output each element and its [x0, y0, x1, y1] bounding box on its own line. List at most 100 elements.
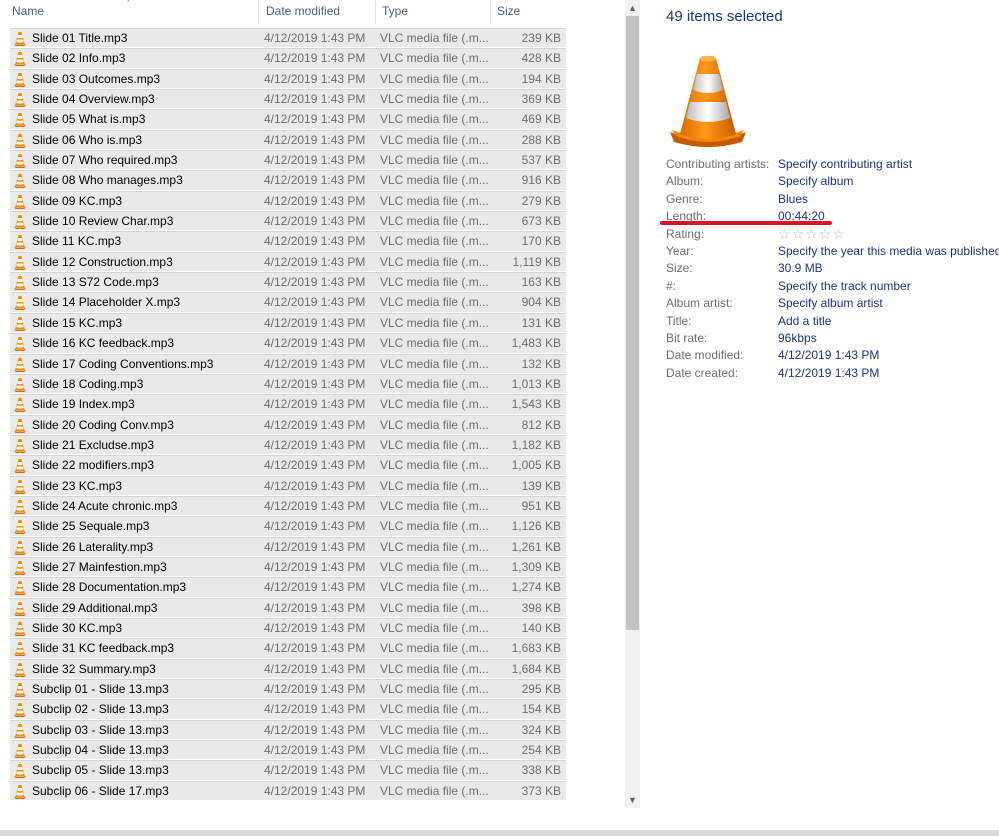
file-row[interactable]: Slide 28 Documentation.mp3 4/12/2019 1:43…	[10, 577, 566, 598]
file-size: 537 KB	[521, 153, 561, 168]
file-row[interactable]: Slide 11 KC.mp3 4/12/2019 1:43 PM VLC medi…	[10, 231, 566, 252]
file-date-modified: 4/12/2019 1:43 PM	[264, 702, 366, 717]
column-header-date-modified[interactable]: Date modified	[258, 0, 375, 24]
vlc-cone-icon	[13, 31, 27, 47]
file-row[interactable]: Slide 29 Additional.mp3 4/12/2019 1:43 PM…	[10, 597, 566, 618]
property-value[interactable]: Specify contributing artist	[778, 157, 912, 171]
file-date-modified: 4/12/2019 1:43 PM	[264, 275, 366, 290]
file-row[interactable]: Slide 30 KC.mp3 4/12/2019 1:43 PM VLC medi…	[10, 617, 566, 639]
file-row[interactable]: Slide 15 KC.mp3 4/12/2019 1:43 PM VLC medi…	[10, 312, 566, 334]
file-type: VLC media file (.m...	[380, 661, 489, 676]
file-row[interactable]: Slide 13 S72 Code.mp3 4/12/2019 1:43 PM VL…	[10, 272, 566, 293]
column-header-size[interactable]: Size	[490, 0, 568, 24]
property-value[interactable]: 4/12/2019 1:43 PM	[778, 348, 879, 362]
file-size: 170 KB	[521, 234, 561, 249]
file-row[interactable]: Slide 06 Who is.mp3 4/12/2019 1:43 PM VLC …	[10, 129, 566, 151]
file-row[interactable]: Slide 19 Index.mp3 4/12/2019 1:43 PM VLC m…	[10, 394, 566, 415]
file-size: 132 KB	[521, 356, 561, 371]
vertical-scrollbar[interactable]: ▲ ▼	[625, 0, 640, 808]
property-value[interactable]: Specify album artist	[778, 296, 883, 310]
file-row[interactable]: Slide 32 Summary.mp3 4/12/2019 1:43 PM VLC…	[10, 658, 566, 679]
file-row[interactable]: Slide 10 Review Char.mp3 4/12/2019 1:43 P…	[10, 211, 566, 232]
file-row[interactable]: Slide 23 KC.mp3 4/12/2019 1:43 PM VLC medi…	[10, 475, 566, 496]
file-type: VLC media file (.m...	[380, 763, 489, 778]
property-value[interactable]: Blues	[778, 192, 808, 206]
file-type: VLC media file (.m...	[380, 295, 489, 310]
file-row[interactable]: Slide 22 modifiers.mp3 4/12/2019 1:43 PM V…	[10, 455, 566, 476]
selected-count: 49 items selected	[666, 8, 783, 25]
file-size: 428 KB	[521, 51, 561, 66]
file-name: Slide 30 KC.mp3	[32, 620, 123, 635]
file-row[interactable]: Slide 31 KC feedback.mp3 4/12/2019 1:43 P…	[10, 638, 566, 659]
file-row[interactable]: Slide 24 Acute chronic.mp3 4/12/2019 1:43…	[10, 495, 566, 517]
file-row[interactable]: Slide 18 Coding.mp3 4/12/2019 1:43 PM VLC …	[10, 373, 566, 395]
file-name: Slide 03 Outcomes.mp3	[32, 71, 161, 86]
file-name: Slide 25 Sequale.mp3	[32, 519, 150, 534]
file-row[interactable]: Subclip 05 - Slide 13.mp3 4/12/2019 1:43 …	[10, 760, 566, 781]
file-name: Slide 12 Construction.mp3	[32, 254, 173, 269]
file-row[interactable]: Slide 21 Excludse.mp3 4/12/2019 1:43 PM VL…	[10, 434, 566, 456]
file-type: VLC media file (.m...	[380, 722, 489, 737]
file-row[interactable]: Slide 12 Construction.mp3 4/12/2019 1:43 …	[10, 251, 566, 273]
column-header-type[interactable]: Type	[375, 0, 490, 24]
file-type: VLC media file (.m...	[380, 397, 489, 412]
file-row[interactable]: Subclip 01 - Slide 13.mp3 4/12/2019 1:43 …	[10, 679, 566, 700]
file-row[interactable]: Slide 03 Outcomes.mp3 4/12/2019 1:43 PM VL…	[10, 68, 566, 90]
property-value[interactable]: Specify album	[778, 174, 853, 188]
file-name: Slide 28 Documentation.mp3	[32, 580, 187, 595]
scrollbar-thumb[interactable]	[626, 16, 639, 630]
file-type: VLC media file (.m...	[380, 539, 489, 554]
property-label: Bit rate:	[666, 331, 708, 345]
file-row[interactable]: Slide 07 Who required.mp3 4/12/2019 1:43 …	[10, 150, 566, 171]
chevron-down-icon[interactable]: ▼	[625, 792, 640, 808]
vlc-cone-icon	[13, 621, 27, 637]
vlc-cone-icon	[13, 418, 27, 433]
rating-stars[interactable]: ☆☆☆☆☆	[778, 226, 846, 243]
property-label: Date created:	[666, 365, 739, 380]
file-name: Slide 10 Review Char.mp3	[32, 214, 174, 229]
property-value[interactable]: 30.9 MB	[778, 261, 823, 275]
vlc-cone-icon	[13, 133, 27, 148]
file-row[interactable]: Slide 08 Who manages.mp3 4/12/2019 1:43 P…	[10, 170, 566, 191]
property-value[interactable]: 96kbps	[778, 331, 817, 345]
file-name: Slide 02 Info.mp3	[32, 51, 126, 66]
file-row[interactable]: Slide 16 KC feedback.mp3 4/12/2019 1:43 P…	[10, 333, 566, 354]
file-row[interactable]: Subclip 06 - Slide 17.mp3 4/12/2019 1:43 …	[10, 780, 566, 802]
file-size: 1,684 KB	[511, 661, 561, 676]
file-row[interactable]: Slide 26 Laterality.mp3 4/12/2019 1:43 PM…	[10, 536, 566, 557]
vlc-cone-icon	[13, 519, 27, 535]
file-type: VLC media file (.m...	[380, 356, 489, 371]
file-row[interactable]: Slide 25 Sequale.mp3 4/12/2019 1:43 PM VLC…	[10, 516, 566, 537]
property-value[interactable]: Specify the track number	[778, 279, 911, 293]
file-name: Slide 19 Index.mp3	[32, 397, 135, 412]
file-row[interactable]: Slide 01 Title.mp3 4/12/2019 1:43 PM VLC m…	[10, 28, 566, 49]
file-row[interactable]: Subclip 04 - Slide 13.mp3 4/12/2019 1:43 …	[10, 740, 566, 761]
file-row[interactable]: Slide 17 Coding Conventions.mp3 4/12/2019…	[10, 353, 566, 374]
property-album: Album: Specify album	[666, 174, 999, 191]
file-row[interactable]: Slide 09 KC.mp3 4/12/2019 1:43 PM VLC medi…	[10, 190, 566, 212]
file-row[interactable]: Slide 02 Info.mp3 4/12/2019 1:43 PM VLC me…	[10, 48, 566, 69]
chevron-up-icon[interactable]: ▲	[625, 0, 640, 16]
property-label: Album:	[666, 174, 704, 189]
property-value[interactable]: 00:44:20	[778, 209, 825, 223]
property-value[interactable]: 4/12/2019 1:43 PM	[778, 366, 879, 380]
vlc-cone-icon	[13, 51, 27, 67]
file-type: VLC media file (.m...	[380, 519, 489, 534]
file-row[interactable]: Subclip 02 - Slide 13.mp3 4/12/2019 1:43 …	[10, 699, 566, 720]
file-row[interactable]: Slide 04 Overview.mp3 4/12/2019 1:43 PM VL…	[10, 89, 566, 110]
file-row[interactable]: Slide 05 What is.mp3 4/12/2019 1:43 PM VLC…	[10, 109, 566, 130]
file-name: Slide 17 Coding Conventions.mp3	[32, 356, 214, 371]
file-row[interactable]: Slide 20 Coding Conv.mp3 4/12/2019 1:43 P…	[10, 414, 566, 435]
property-value[interactable]: Add a title	[778, 314, 831, 328]
file-type: VLC media file (.m...	[380, 112, 489, 127]
property-label: Date modified:	[666, 348, 744, 363]
file-type: VLC media file (.m...	[380, 71, 489, 86]
file-row[interactable]: Slide 14 Placeholder X.mp3 4/12/2019 1:43…	[10, 292, 566, 313]
file-name: Subclip 03 - Slide 13.mp3	[32, 722, 169, 737]
file-date-modified: 4/12/2019 1:43 PM	[264, 519, 366, 534]
file-type: VLC media file (.m...	[380, 600, 489, 615]
file-row[interactable]: Subclip 03 - Slide 13.mp3 4/12/2019 1:43 …	[10, 719, 566, 741]
property-value[interactable]: Specify the year this media was publishe…	[778, 244, 999, 258]
file-row[interactable]: Slide 27 Mainfestion.mp3 4/12/2019 1:43 P…	[10, 556, 566, 578]
file-name: Slide 21 Excludse.mp3	[32, 437, 155, 452]
